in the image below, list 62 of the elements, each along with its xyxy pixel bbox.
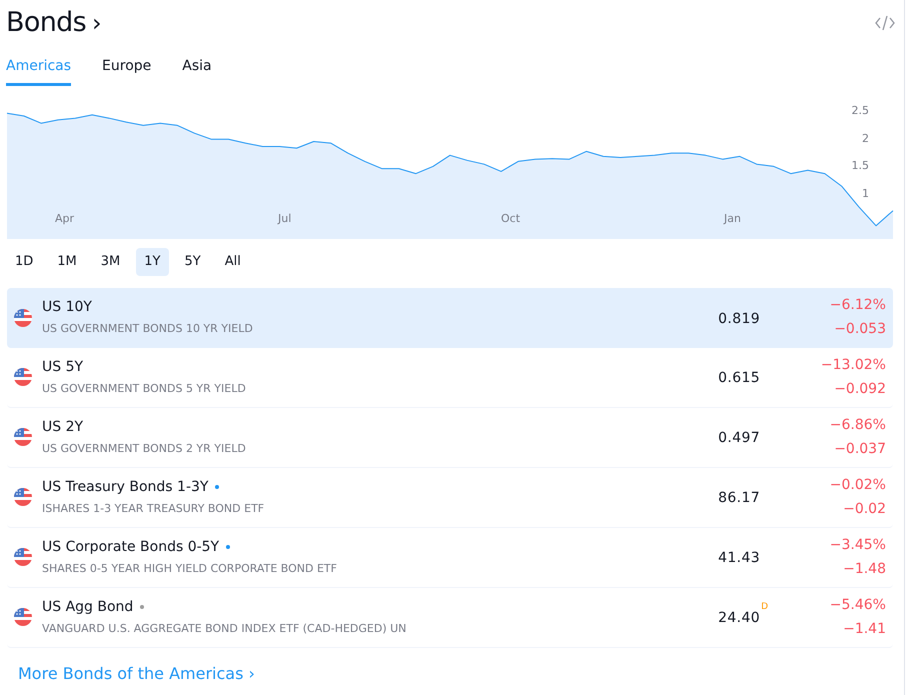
change-value: −0.037 <box>834 440 886 458</box>
bond-row[interactable]: US Agg Bond VANGUARD U.S. AGGREGATE BOND INDEX ETF (CAD-HEDGED) UN 24.40 D −5.46% −1.41 <box>7 588 893 648</box>
y-axis-label: 2.5 <box>852 105 869 116</box>
change-percent: −3.45% <box>830 536 886 554</box>
us-flag-icon <box>14 608 32 626</box>
range-button[interactable]: 1Y <box>136 248 168 276</box>
bond-description: US GOVERNMENT BONDS 5 YR YIELD <box>42 380 247 397</box>
change-percent: −0.02% <box>830 476 886 494</box>
bond-row[interactable]: US Corporate Bonds 0-5Y SHARES 0-5 YEAR HIGH YIELD CORPORATE BOND ETF 41.43 −3.45% −1.48 <box>7 528 893 588</box>
us-flag-icon <box>14 308 32 326</box>
us-flag-icon <box>14 488 32 506</box>
bond-name: US Corporate Bonds 0-5Y <box>42 538 220 557</box>
us-flag-icon <box>14 368 32 386</box>
x-axis-label: Jan <box>724 212 741 224</box>
change-percent: −13.02% <box>820 356 886 374</box>
change-percent: −5.46% <box>830 596 886 614</box>
x-axis-label: Apr <box>55 212 74 224</box>
chevron-icon: › <box>92 5 102 42</box>
bond-name: US Treasury Bonds 1-3Y <box>42 478 208 497</box>
change-value: −1.48 <box>843 560 886 578</box>
region-tab[interactable]: Asia <box>182 56 212 86</box>
change-value: −0.02 <box>843 500 886 518</box>
range-button[interactable]: 5Y <box>176 248 209 276</box>
price: 0.497 <box>718 430 760 446</box>
bond-description: US GOVERNMENT BONDS 10 YR YIELD <box>42 321 254 338</box>
bond-row[interactable]: US 2Y US GOVERNMENT BONDS 2 YR YIELD 0.497 −6.86% −0.037 <box>7 408 893 468</box>
price: 41.43 <box>718 550 760 566</box>
bond-name: US Agg Bond <box>42 598 134 617</box>
change-percent: −6.86% <box>830 416 886 434</box>
bond-name: US 2Y <box>42 418 84 437</box>
change-value: −0.053 <box>834 320 886 339</box>
range-button[interactable]: 3M <box>92 248 128 276</box>
region-tab[interactable]: Europe <box>102 56 152 86</box>
change-percent: −6.12% <box>830 296 886 315</box>
bond-description: ISHARES 1-3 YEAR TREASURY BOND ETF <box>42 500 266 517</box>
y-axis-label: 1.5 <box>852 160 869 172</box>
change-value: −1.41 <box>843 620 886 638</box>
page-title[interactable]: Bonds <box>6 3 86 44</box>
us-flag-icon <box>14 548 32 566</box>
price: 0.819 <box>718 310 760 326</box>
bond-name: US 10Y <box>42 298 92 318</box>
bond-description: VANGUARD U.S. AGGREGATE BOND INDEX ETF (CAD-HEDGED) UN <box>42 620 408 637</box>
bond-name: US 5Y <box>42 358 84 377</box>
bond-row[interactable]: US 5Y US GOVERNMENT BONDS 5 YR YIELD 0.615 −13.02% −0.092 <box>7 348 893 408</box>
delayed-label: D <box>761 601 768 614</box>
bond-row[interactable]: US Treasury Bonds 1-3Y ISHARES 1-3 YEAR TREASURY BOND ETF 86.17 −0.02% −0.02 <box>7 468 893 528</box>
y-axis-label: 1 <box>862 188 869 200</box>
code-icon[interactable] <box>875 15 895 32</box>
bond-description: SHARES 0-5 YEAR HIGH YIELD CORPORATE BOND ETF <box>42 560 338 577</box>
range-button[interactable]: 1D <box>7 248 42 276</box>
bond-row[interactable]: US 10Y US GOVERNMENT BONDS 10 YR YIELD 0.819 −6.12% −0.053 <box>7 288 893 348</box>
change-value: −0.092 <box>834 380 886 398</box>
x-axis-label: Oct <box>501 212 520 224</box>
bond-description: US GOVERNMENT BONDS 2 YR YIELD <box>42 440 247 457</box>
range-button[interactable]: 1M <box>49 248 85 276</box>
price: 24.40 <box>718 610 760 626</box>
us-flag-icon <box>14 428 32 446</box>
range-button[interactable]: All <box>216 248 249 276</box>
y-axis-label: 2 <box>862 132 869 144</box>
x-axis-label: Jul <box>278 212 292 224</box>
price: 0.615 <box>718 370 760 386</box>
price: 86.17 <box>718 490 760 506</box>
